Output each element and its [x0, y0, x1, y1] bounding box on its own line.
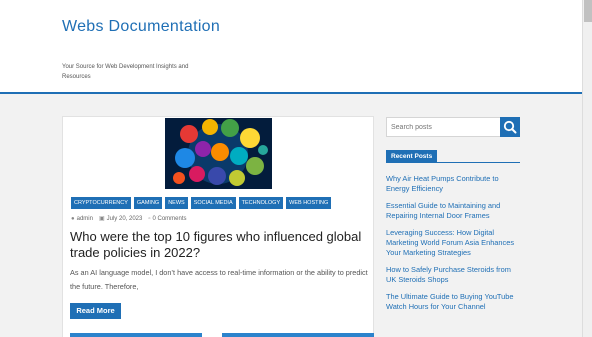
category-tag-news[interactable]: NEWS — [165, 197, 188, 209]
category-tag-cryptocurrency[interactable]: CRYPTOCURRENCY — [71, 197, 131, 209]
post-meta: ● admin ▣ July 20, 2023 ▫ 0 Comments — [71, 215, 187, 223]
post-author-name[interactable]: admin — [77, 216, 93, 222]
social-media-globe-icon — [173, 119, 268, 186]
recent-post-link[interactable]: Leveraging Success: How Digital Marketin… — [386, 228, 520, 258]
post-date[interactable]: ▣ July 20, 2023 — [99, 215, 142, 222]
next-post-card-right[interactable] — [222, 333, 374, 337]
widget-divider — [386, 162, 520, 163]
recent-post-link[interactable]: Essential Guide to Maintaining and Repai… — [386, 201, 520, 221]
recent-posts-list: Why Air Heat Pumps Contribute to Energy … — [386, 174, 520, 319]
category-tag-gaming[interactable]: GAMING — [133, 197, 163, 209]
search-icon — [503, 120, 517, 134]
recent-post-link[interactable]: Why Air Heat Pumps Contribute to Energy … — [386, 174, 520, 194]
user-icon: ● — [71, 215, 75, 222]
search-input[interactable] — [386, 117, 501, 137]
recent-post-link[interactable]: The Ultimate Guide to Buying YouTube Wat… — [386, 292, 520, 312]
post-comments-text[interactable]: 0 Comments — [152, 216, 186, 222]
scrollbar-thumb[interactable] — [584, 0, 592, 22]
category-tag-social-media[interactable]: SOCIAL MEDIA — [190, 197, 236, 209]
calendar-icon: ▣ — [98, 216, 105, 222]
category-tag-technology[interactable]: TECHNOLOGY — [238, 197, 284, 209]
category-tag-web-hosting[interactable]: WEB HOSTING — [286, 197, 332, 209]
site-header: Webs Documentation Your Source for Web D… — [0, 0, 582, 94]
post-author[interactable]: ● admin — [71, 216, 93, 222]
site-tagline: Your Source for Web Development Insights… — [62, 64, 189, 80]
comment-icon: ▫ — [148, 215, 151, 222]
post-date-text[interactable]: July 20, 2023 — [107, 216, 143, 222]
post-title[interactable]: Who were the top 10 figures who influenc… — [70, 229, 370, 261]
post-comments[interactable]: ▫ 0 Comments — [148, 216, 186, 222]
post-excerpt: As an AI language model, I don’t have ac… — [70, 268, 368, 291]
post-thumbnail[interactable] — [165, 118, 272, 189]
search-button[interactable] — [500, 117, 520, 137]
post-card: CRYPTOCURRENCY GAMING NEWS SOCIAL MEDIA … — [62, 116, 374, 337]
next-post-card-left[interactable] — [70, 333, 202, 337]
recent-post-link[interactable]: How to Safely Purchase Steroids from UK … — [386, 265, 520, 285]
category-list: CRYPTOCURRENCY GAMING NEWS SOCIAL MEDIA … — [71, 197, 332, 209]
site-title[interactable]: Webs Documentation — [62, 16, 262, 37]
page-scrollbar[interactable] — [582, 0, 592, 337]
read-more-button[interactable]: Read More — [70, 303, 121, 319]
